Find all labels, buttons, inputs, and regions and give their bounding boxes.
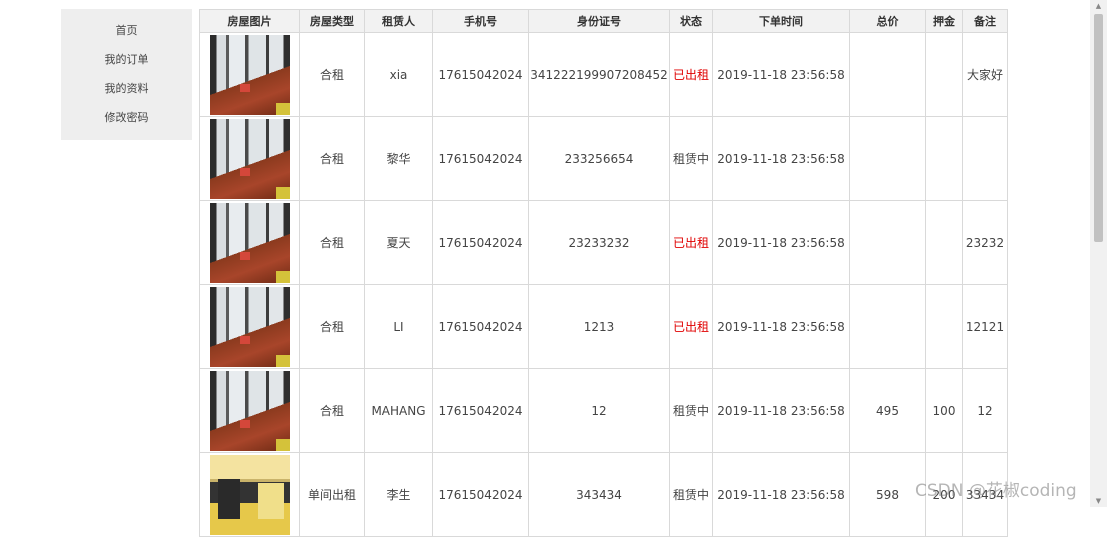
house-photo[interactable]: [209, 118, 290, 199]
sidebar-item-my-orders[interactable]: 我的订单: [61, 45, 192, 74]
cell-house-image: [199, 284, 300, 369]
cell-id-number: 341222199907208452: [528, 32, 670, 117]
table-row: 合租 黎华 17615042024 233256654 租赁中 2019-11-18 23…: [199, 116, 1008, 201]
cell-house-image: [199, 32, 300, 117]
house-photo[interactable]: [209, 370, 290, 451]
table-row: 合租 MAHANG 17615042024 12 租赁中 2019-11-18 23:56…: [199, 368, 1008, 453]
table-row: 合租 夏天 17615042024 23233232 已出租 2019-11-18 23:…: [199, 200, 1008, 285]
header-deposit: 押金: [925, 9, 963, 33]
cell-tenant: 黎华: [364, 116, 433, 201]
cell-note: 23232: [962, 200, 1008, 285]
cell-id-number: 1213: [528, 284, 670, 369]
cell-house-image: [199, 368, 300, 453]
cell-tenant: xia: [364, 32, 433, 117]
header-house-image: 房屋图片: [199, 9, 300, 33]
orders-table: 房屋图片 房屋类型 租赁人 手机号 身份证号 状态 下单时间 总价 押金 备注 …: [199, 9, 1008, 537]
sidebar-item-home[interactable]: 首页: [61, 16, 192, 45]
watermark: CSDN @花椒coding: [915, 481, 1077, 501]
cell-status: 租赁中: [669, 452, 713, 537]
cell-order-time: 2019-11-18 23:56:58: [712, 32, 850, 117]
cell-phone: 17615042024: [432, 368, 529, 453]
scroll-down-icon[interactable]: ▼: [1094, 497, 1103, 505]
cell-phone: 17615042024: [432, 284, 529, 369]
cell-status: 已出租: [669, 284, 713, 369]
scrollbar-thumb[interactable]: [1094, 14, 1103, 242]
cell-house-image: [199, 200, 300, 285]
cell-order-time: 2019-11-18 23:56:58: [712, 116, 850, 201]
cell-deposit: [925, 200, 963, 285]
header-house-type: 房屋类型: [299, 9, 365, 33]
cell-total-price: [849, 116, 926, 201]
cell-note: 12121: [962, 284, 1008, 369]
house-photo[interactable]: [209, 202, 290, 283]
cell-order-time: 2019-11-18 23:56:58: [712, 284, 850, 369]
cell-total-price: [849, 200, 926, 285]
cell-tenant: LI: [364, 284, 433, 369]
cell-house-image: [199, 116, 300, 201]
header-tenant: 租赁人: [364, 9, 433, 33]
cell-total-price: [849, 32, 926, 117]
sidebar-menu: 首页 我的订单 我的资料 修改密码: [61, 9, 192, 140]
cell-house-type: 单间出租: [299, 452, 365, 537]
cell-deposit: [925, 116, 963, 201]
cell-id-number: 23233232: [528, 200, 670, 285]
cell-note: 12: [962, 368, 1008, 453]
table-row: 合租 xia 17615042024 341222199907208452 已出租 201…: [199, 32, 1008, 117]
cell-house-type: 合租: [299, 284, 365, 369]
header-phone: 手机号: [432, 9, 529, 33]
cell-total-price: [849, 284, 926, 369]
cell-note: [962, 116, 1008, 201]
cell-phone: 17615042024: [432, 452, 529, 537]
cell-id-number: 343434: [528, 452, 670, 537]
cell-house-type: 合租: [299, 32, 365, 117]
cell-order-time: 2019-11-18 23:56:58: [712, 368, 850, 453]
table-header-row: 房屋图片 房屋类型 租赁人 手机号 身份证号 状态 下单时间 总价 押金 备注: [199, 9, 1008, 33]
table-row: 单间出租 李生 17615042024 343434 租赁中 2019-11-18 23:…: [199, 452, 1008, 537]
cell-house-type: 合租: [299, 368, 365, 453]
sidebar-item-change-password[interactable]: 修改密码: [61, 103, 192, 132]
header-total-price: 总价: [849, 9, 926, 33]
cell-id-number: 12: [528, 368, 670, 453]
cell-house-type: 合租: [299, 200, 365, 285]
cell-order-time: 2019-11-18 23:56:58: [712, 200, 850, 285]
sidebar-item-my-profile[interactable]: 我的资料: [61, 74, 192, 103]
cell-phone: 17615042024: [432, 32, 529, 117]
scroll-up-icon[interactable]: ▲: [1094, 2, 1103, 10]
house-photo[interactable]: [209, 454, 290, 535]
cell-phone: 17615042024: [432, 200, 529, 285]
cell-tenant: 夏天: [364, 200, 433, 285]
vertical-scrollbar[interactable]: ▲ ▼: [1090, 0, 1107, 507]
cell-status: 租赁中: [669, 368, 713, 453]
cell-note: 大家好: [962, 32, 1008, 117]
header-id-number: 身份证号: [528, 9, 670, 33]
header-note: 备注: [962, 9, 1008, 33]
cell-tenant: MAHANG: [364, 368, 433, 453]
cell-house-type: 合租: [299, 116, 365, 201]
header-order-time: 下单时间: [712, 9, 850, 33]
cell-status: 已出租: [669, 32, 713, 117]
house-photo[interactable]: [209, 286, 290, 367]
cell-status: 已出租: [669, 200, 713, 285]
cell-house-image: [199, 452, 300, 537]
cell-deposit: 100: [925, 368, 963, 453]
header-status: 状态: [669, 9, 713, 33]
cell-deposit: [925, 284, 963, 369]
cell-deposit: [925, 32, 963, 117]
table-row: 合租 LI 17615042024 1213 已出租 2019-11-18 23:56:5…: [199, 284, 1008, 369]
cell-total-price: 495: [849, 368, 926, 453]
cell-status: 租赁中: [669, 116, 713, 201]
cell-tenant: 李生: [364, 452, 433, 537]
cell-phone: 17615042024: [432, 116, 529, 201]
cell-id-number: 233256654: [528, 116, 670, 201]
cell-order-time: 2019-11-18 23:56:58: [712, 452, 850, 537]
house-photo[interactable]: [209, 34, 290, 115]
